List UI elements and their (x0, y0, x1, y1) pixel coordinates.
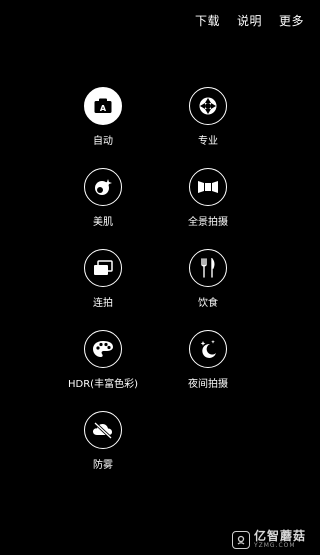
mode-burst-label: 连拍 (93, 298, 113, 309)
mode-night-label: 夜间拍摄 (188, 379, 228, 390)
mode-auto[interactable]: A 自动 (63, 87, 143, 147)
more-button[interactable]: 更多 (279, 12, 304, 29)
mode-burst[interactable]: 连拍 (63, 249, 143, 309)
mode-auto-label: 自动 (93, 136, 113, 147)
mode-pro-ring (189, 87, 227, 125)
night-moon-icon (200, 340, 216, 358)
watermark-title: 亿智蘑菇 (253, 529, 306, 543)
mode-burst-ring (84, 249, 122, 287)
mode-night[interactable]: 夜间拍摄 (168, 330, 248, 390)
mode-night-ring (189, 330, 227, 368)
mode-defog-ring (84, 411, 122, 449)
mode-food-ring (189, 249, 227, 287)
mode-pro-label: 专业 (198, 136, 218, 147)
mode-auto-ring: A (84, 87, 122, 125)
mode-defog-label: 防雾 (93, 460, 113, 471)
watermark-subtitle: YZMG.COM (253, 542, 296, 549)
mode-panorama[interactable]: 全景拍摄 (168, 168, 248, 228)
mode-beauty-ring (84, 168, 122, 206)
svg-text:A: A (100, 104, 107, 113)
mode-defog[interactable]: 防雾 (63, 411, 143, 471)
mode-beauty[interactable]: 美肌 (63, 168, 143, 228)
watermark-logo-icon (231, 530, 250, 549)
mode-food-label: 饮食 (198, 298, 218, 309)
beauty-icon (95, 179, 112, 195)
burst-icon (94, 260, 113, 275)
fork-knife-icon (201, 258, 215, 278)
mode-food[interactable]: 饮食 (168, 249, 248, 309)
auto-camera-icon: A (94, 98, 112, 113)
mode-pro[interactable]: 专业 (168, 87, 248, 147)
palette-icon (93, 341, 113, 357)
mode-hdr-ring (84, 330, 122, 368)
help-button[interactable]: 说明 (237, 12, 262, 29)
defog-icon (93, 421, 113, 439)
panorama-icon (198, 181, 218, 193)
mode-beauty-label: 美肌 (93, 217, 113, 228)
mode-panorama-ring (189, 168, 227, 206)
top-menu: 下载 说明 更多 (195, 12, 304, 29)
aperture-icon (199, 97, 217, 115)
mode-hdr[interactable]: HDR(丰富色彩) (63, 330, 143, 390)
watermark: 亿智蘑菇 YZMG.COM (231, 529, 306, 549)
mode-hdr-label: HDR(丰富色彩) (68, 379, 138, 390)
mode-panorama-label: 全景拍摄 (188, 217, 228, 228)
download-button[interactable]: 下载 (195, 12, 220, 29)
